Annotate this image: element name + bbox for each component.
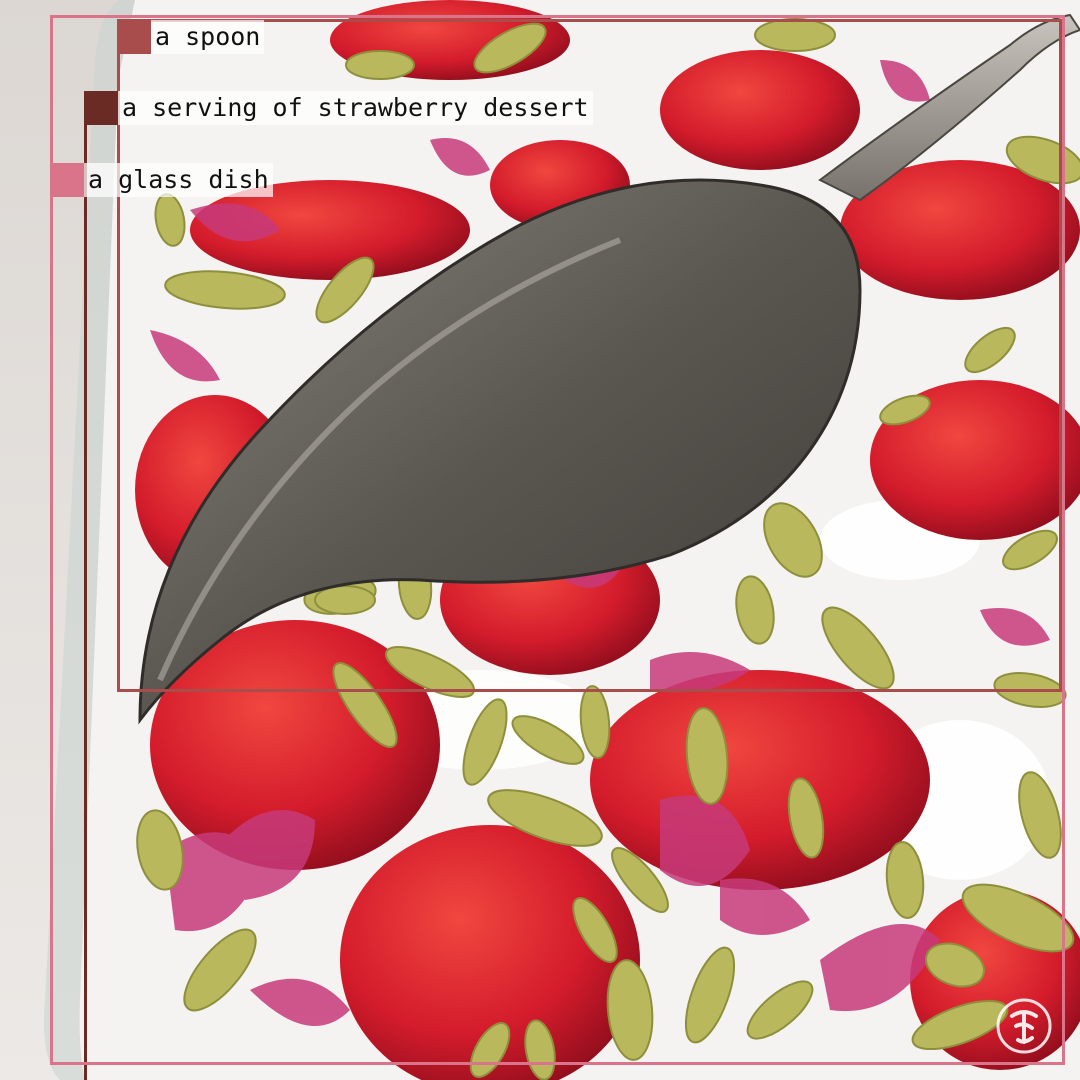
label-swatch [117, 20, 151, 54]
photo-scene: a spoon a serving of strawberry dessert … [0, 0, 1080, 1080]
dessert-photo [0, 0, 1080, 1080]
detection-label-glass-dish: a glass dish [50, 163, 273, 197]
detection-label-text: a spoon [151, 20, 265, 54]
strawberry [660, 50, 860, 170]
detection-label-spoon: a spoon [117, 20, 265, 54]
detection-label-text: a glass dish [84, 163, 273, 197]
label-swatch [84, 91, 118, 125]
nyt-logo-icon [996, 998, 1052, 1054]
detection-label-dessert: a serving of strawberry dessert [84, 91, 593, 125]
label-swatch [50, 163, 84, 197]
detection-label-text: a serving of strawberry dessert [118, 91, 593, 125]
strawberry [590, 670, 930, 890]
